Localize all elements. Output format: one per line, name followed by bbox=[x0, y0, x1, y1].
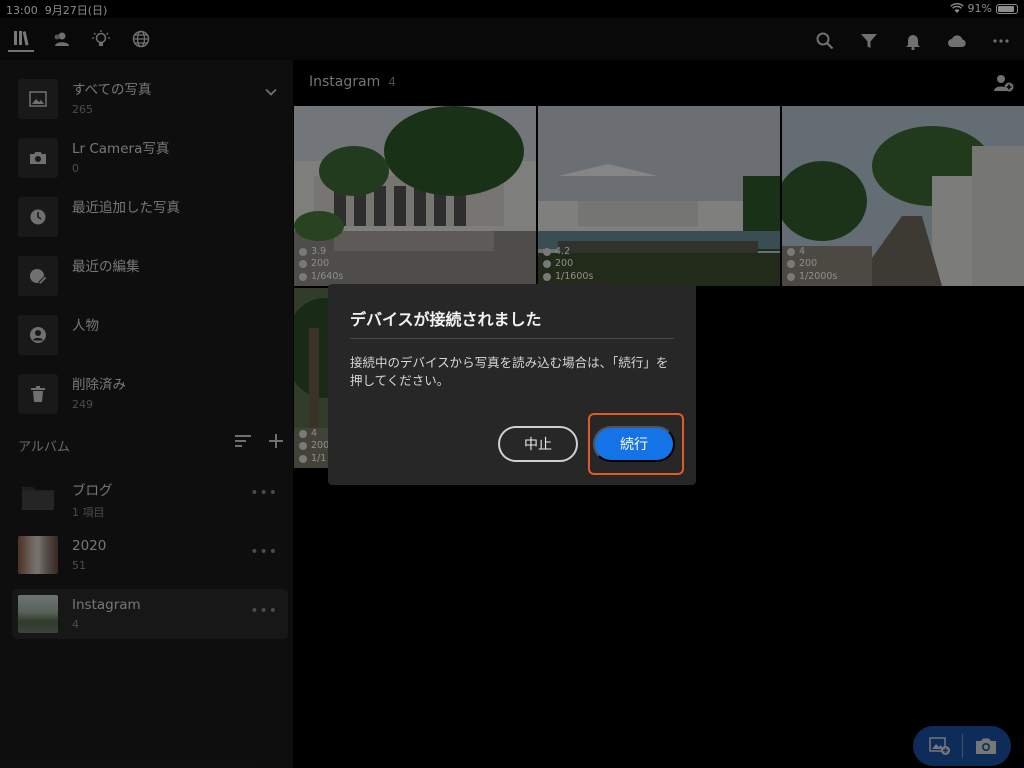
device-connected-dialog: デバイスが接続されました 接続中のデバイスから写真を読み込む場合は、「続行」を押… bbox=[328, 284, 696, 485]
continue-button[interactable]: 続行 bbox=[593, 426, 675, 462]
dialog-title: デバイスが接続されました bbox=[350, 310, 542, 329]
cancel-button[interactable]: 中止 bbox=[498, 426, 578, 462]
dialog-divider bbox=[350, 338, 674, 339]
dialog-message: 接続中のデバイスから写真を読み込む場合は、「続行」を押してください。 bbox=[350, 355, 669, 388]
